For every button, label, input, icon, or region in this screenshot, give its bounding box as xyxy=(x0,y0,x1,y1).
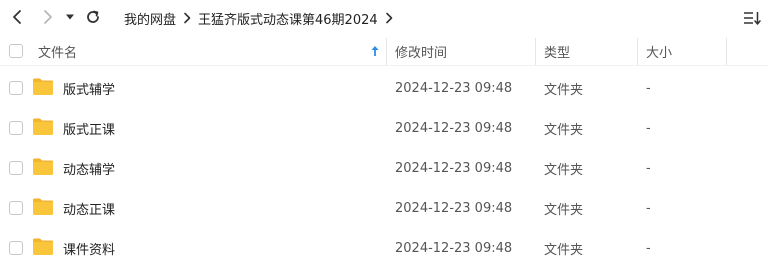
breadcrumb-separator xyxy=(176,12,198,24)
modified-time: 2024-12-23 09:48 xyxy=(395,80,513,96)
file-name[interactable]: 动态辅学 xyxy=(63,148,115,188)
file-name[interactable]: 动态正课 xyxy=(63,188,115,228)
breadcrumb-separator xyxy=(378,12,400,24)
history-dropdown-button[interactable] xyxy=(62,6,78,28)
caret-down-icon xyxy=(66,14,74,20)
sort-ascending-arrow-icon xyxy=(371,46,379,56)
table-row[interactable]: 动态正课 2024-12-23 09:48 文件夹 - xyxy=(0,188,768,228)
chevron-left-icon xyxy=(13,10,21,24)
column-divider[interactable] xyxy=(386,38,387,66)
chevron-right-icon xyxy=(184,12,191,24)
folder-icon xyxy=(33,78,53,95)
file-type: 文件夹 xyxy=(544,122,584,138)
back-button[interactable] xyxy=(6,6,28,28)
column-divider[interactable] xyxy=(726,38,727,66)
select-all-checkbox[interactable] xyxy=(9,44,23,58)
breadcrumb: 我的网盘 王猛齐版式动态课第46期2024 xyxy=(124,9,400,28)
file-type: 文件夹 xyxy=(544,242,584,258)
folder-icon xyxy=(33,238,53,255)
row-checkbox[interactable] xyxy=(9,161,23,175)
breadcrumb-item-root[interactable]: 我的网盘 xyxy=(124,9,176,28)
file-size: - xyxy=(646,80,651,96)
table-row[interactable]: 课件资料 2024-12-23 09:48 文件夹 - xyxy=(0,228,768,268)
modified-time: 2024-12-23 09:48 xyxy=(395,200,513,216)
table-row[interactable]: 动态辅学 2024-12-23 09:48 文件夹 - xyxy=(0,148,768,188)
file-type: 文件夹 xyxy=(544,202,584,218)
refresh-icon xyxy=(87,10,99,23)
forward-button[interactable] xyxy=(37,6,59,28)
file-type: 文件夹 xyxy=(544,162,584,178)
table-row[interactable]: 版式辅学 2024-12-23 09:48 文件夹 - xyxy=(0,68,768,108)
column-divider[interactable] xyxy=(637,38,638,66)
sort-indicator[interactable] xyxy=(370,36,380,66)
row-checkbox[interactable] xyxy=(9,121,23,135)
sort-menu-button[interactable] xyxy=(742,8,762,28)
file-size: - xyxy=(646,120,651,136)
table-header: 文件名 修改时间 类型 大小 xyxy=(0,36,768,66)
row-checkbox[interactable] xyxy=(9,201,23,215)
chevron-right-icon xyxy=(44,10,52,24)
row-checkbox[interactable] xyxy=(9,241,23,255)
file-name[interactable]: 课件资料 xyxy=(63,228,115,268)
select-all-cell xyxy=(9,36,23,66)
file-name[interactable]: 版式正课 xyxy=(63,108,115,148)
column-divider[interactable] xyxy=(535,38,536,66)
modified-time: 2024-12-23 09:48 xyxy=(395,120,513,136)
toolbar: 我的网盘 王猛齐版式动态课第46期2024 xyxy=(0,0,768,36)
file-size: - xyxy=(646,160,651,176)
row-checkbox[interactable] xyxy=(9,81,23,95)
folder-icon xyxy=(33,158,53,175)
file-name[interactable]: 版式辅学 xyxy=(63,68,115,108)
column-header-name[interactable]: 文件名 xyxy=(38,36,77,66)
folder-icon xyxy=(33,198,53,215)
column-header-modified[interactable]: 修改时间 xyxy=(395,36,447,66)
breadcrumb-item-current[interactable]: 王猛齐版式动态课第46期2024 xyxy=(198,9,378,28)
header-divider xyxy=(0,65,768,66)
chevron-right-icon xyxy=(385,12,392,24)
file-type: 文件夹 xyxy=(544,82,584,98)
folder-icon xyxy=(33,118,53,135)
modified-time: 2024-12-23 09:48 xyxy=(395,240,513,256)
table-row[interactable]: 版式正课 2024-12-23 09:48 文件夹 - xyxy=(0,108,768,148)
file-size: - xyxy=(646,240,651,256)
modified-time: 2024-12-23 09:48 xyxy=(395,160,513,176)
refresh-button[interactable] xyxy=(82,6,104,28)
column-header-size[interactable]: 大小 xyxy=(646,36,672,66)
file-size: - xyxy=(646,200,651,216)
column-header-type[interactable]: 类型 xyxy=(544,36,570,66)
sort-list-icon xyxy=(744,12,761,25)
